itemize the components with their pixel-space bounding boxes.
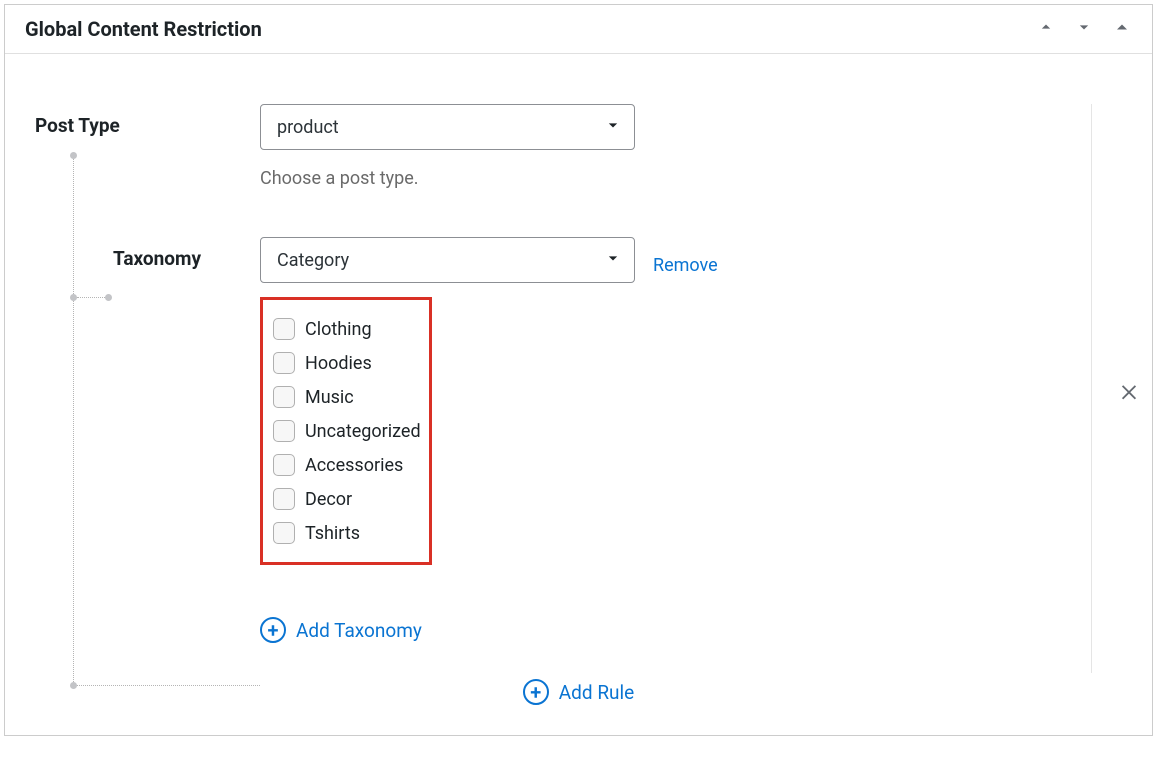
checkbox-icon[interactable] [273,454,295,476]
remove-rule-button[interactable] [1118,380,1140,406]
panel-controls [1036,17,1132,41]
term-checkbox-row[interactable]: Accessories [273,448,419,482]
plus-icon: + [260,617,286,643]
taxonomy-value: Category [277,250,349,271]
add-taxonomy-label: Add Taxonomy [296,619,422,642]
tree-node-dot [70,682,77,689]
post-type-select[interactable]: product [260,104,635,150]
checkbox-icon[interactable] [273,386,295,408]
term-label: Tshirts [305,523,360,544]
term-checkbox-row[interactable]: Clothing [273,312,419,346]
collapse-icon[interactable] [1112,17,1132,41]
post-type-label: Post Type [35,114,260,137]
remove-taxonomy-link[interactable]: Remove [653,245,718,276]
term-checkbox-row[interactable]: Decor [273,482,419,516]
plus-icon: + [523,679,549,705]
add-rule-button[interactable]: + Add Rule [35,679,1122,705]
checkbox-icon[interactable] [273,352,295,374]
checkbox-icon[interactable] [273,420,295,442]
term-checkbox-row[interactable]: Hoodies [273,346,419,380]
post-type-control: product Choose a post type. [260,104,635,189]
term-label: Decor [305,489,352,510]
tree-line [77,685,260,686]
term-label: Music [305,387,354,408]
panel-body: Post Type product Choose a post type. [5,54,1152,735]
term-label: Uncategorized [305,421,421,442]
term-checkbox-row[interactable]: Music [273,380,419,414]
post-type-helper: Choose a post type. [260,168,635,189]
post-type-value: product [277,117,339,138]
panel-title: Global Content Restriction [25,17,262,41]
post-type-row: Post Type product Choose a post type. [35,104,1061,189]
checkbox-icon[interactable] [273,318,295,340]
term-label: Accessories [305,455,403,476]
term-label: Clothing [305,319,372,340]
taxonomy-label: Taxonomy [113,247,260,270]
move-up-icon[interactable] [1036,17,1056,41]
taxonomy-control: Category Remove Clothing [260,237,718,643]
taxonomy-terms-group: Clothing Hoodies Music Uncategorize [260,297,432,565]
checkbox-icon[interactable] [273,522,295,544]
restriction-panel: Global Content Restriction [4,4,1153,736]
taxonomy-label-col: Taxonomy [35,237,260,270]
term-checkbox-row[interactable]: Uncategorized [273,414,419,448]
term-label: Hoodies [305,353,372,374]
move-down-icon[interactable] [1074,17,1094,41]
rule-container: Post Type product Choose a post type. [35,104,1092,673]
checkbox-icon[interactable] [273,488,295,510]
panel-header: Global Content Restriction [5,5,1152,54]
add-rule-label: Add Rule [559,681,634,704]
taxonomy-row: Taxonomy Category Remove [35,237,1061,643]
add-taxonomy-button[interactable]: + Add Taxonomy [260,617,718,643]
taxonomy-select[interactable]: Category [260,237,635,283]
post-type-label-col: Post Type [35,104,260,137]
term-checkbox-row[interactable]: Tshirts [273,516,419,550]
